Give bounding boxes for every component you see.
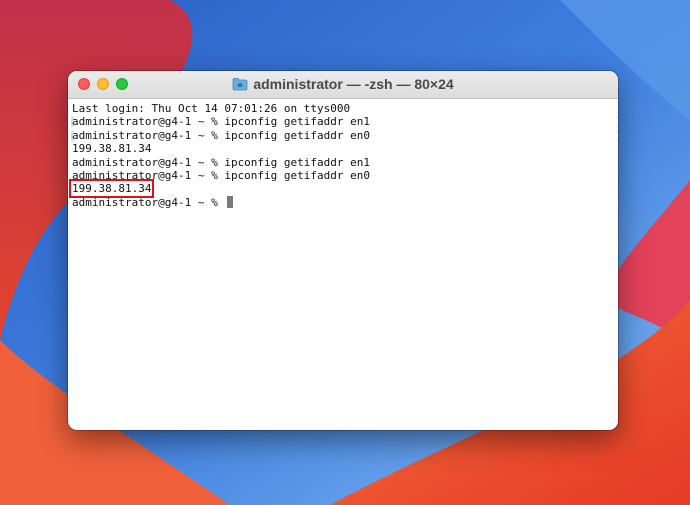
prompt-text: administrator@g4-1 ~ %	[72, 195, 225, 209]
window-title: administrator — -zsh — 80×24	[253, 76, 454, 92]
terminal-line: administrator@g4-1 ~ % ipconfig getifadd…	[72, 168, 371, 182]
terminal-prompt-line[interactable]: administrator@g4-1 ~ %	[72, 195, 618, 209]
terminal-line: administrator@g4-1 ~ % ipconfig getifadd…	[69, 115, 618, 129]
text-cursor	[227, 195, 234, 208]
terminal-line: administrator@g4-1 ~ % ipconfig getifadd…	[72, 155, 371, 169]
ip-address-highlight: 199.38.81.34	[68, 179, 155, 199]
home-folder-icon	[232, 78, 248, 91]
terminal-line-highlighted: 199.38.81.34	[68, 179, 618, 199]
terminal-window[interactable]: administrator — -zsh — 80×24 Last login:…	[68, 71, 618, 430]
terminal-output[interactable]: Last login: Thu Oct 14 07:01:26 on ttys0…	[68, 99, 618, 209]
terminal-line: 199.38.81.34	[72, 142, 152, 156]
window-title-group: administrator — -zsh — 80×24	[68, 76, 618, 92]
terminal-line: administrator@g4-1 ~ % ipconfig getifadd…	[69, 129, 618, 143]
terminal-line: Last login: Thu Oct 14 07:01:26 on ttys0…	[72, 102, 351, 115]
title-bar[interactable]: administrator — -zsh — 80×24	[68, 71, 618, 99]
